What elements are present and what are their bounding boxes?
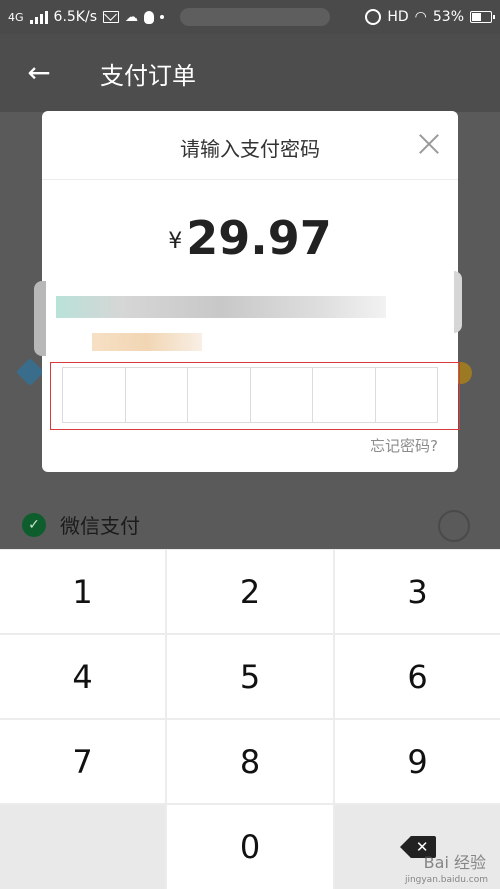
watermark: Bai 经验 bbox=[423, 853, 486, 872]
key-4[interactable]: 4 bbox=[0, 635, 165, 718]
network-type: 4G bbox=[8, 10, 24, 24]
password-dialog: 请输入支付密码 ¥29.97 忘记密码? bbox=[34, 111, 462, 472]
status-right: HD ◠ 53% bbox=[365, 9, 495, 25]
arrow-left-icon[interactable]: ← bbox=[24, 58, 54, 88]
numeric-keypad: 1 2 3 4 5 6 7 8 9 0 ✕ Bai 经验 jingyan.bai… bbox=[0, 549, 500, 889]
pin-digit-box[interactable] bbox=[126, 368, 188, 422]
payment-option-label: 微信支付 bbox=[60, 514, 140, 538]
battery-icon bbox=[470, 11, 495, 23]
close-icon[interactable] bbox=[418, 133, 440, 155]
mail-icon bbox=[103, 11, 119, 23]
battery-level: 53% bbox=[432, 9, 464, 25]
currency-symbol: ¥ bbox=[168, 229, 183, 254]
wechat-icon: ☁ bbox=[125, 9, 138, 25]
key-empty bbox=[0, 805, 165, 889]
watermark-url: jingyan.baidu.com bbox=[404, 875, 488, 885]
amount-display: ¥29.97 bbox=[42, 211, 458, 265]
pin-digit-box[interactable] bbox=[376, 368, 438, 422]
forgot-password-link[interactable]: 忘记密码? bbox=[370, 435, 438, 456]
wifi-icon: ◠ bbox=[414, 9, 427, 25]
pin-digit-box[interactable] bbox=[63, 368, 126, 422]
key-1[interactable]: 1 bbox=[0, 550, 165, 633]
pin-digit-box[interactable] bbox=[251, 368, 313, 422]
key-8[interactable]: 8 bbox=[167, 720, 333, 803]
payment-option-wechat[interactable]: ✓ 微信支付 bbox=[22, 510, 140, 539]
status-left: 4G 6.5K/s ☁ bbox=[8, 8, 330, 26]
key-6[interactable]: 6 bbox=[335, 635, 500, 718]
key-0[interactable]: 0 bbox=[167, 805, 333, 889]
network-speed: 6.5K/s bbox=[53, 9, 97, 25]
pin-input[interactable] bbox=[62, 367, 438, 423]
signal-icon bbox=[29, 10, 48, 24]
dialog-title: 请输入支付密码 bbox=[180, 137, 320, 161]
blurred-notification bbox=[180, 8, 330, 26]
status-bar: 4G 6.5K/s ☁ HD ◠ 53% bbox=[0, 0, 500, 34]
dialog-header: 请输入支付密码 bbox=[42, 111, 458, 180]
app-header: ← 支付订单 bbox=[0, 34, 500, 112]
more-notifications-icon bbox=[160, 15, 164, 19]
key-2[interactable]: 2 bbox=[167, 550, 333, 633]
blurred-edge-right bbox=[454, 271, 462, 333]
pin-digit-box[interactable] bbox=[313, 368, 376, 422]
hd-indicator: HD bbox=[387, 9, 409, 25]
key-9[interactable]: 9 bbox=[335, 720, 500, 803]
payment-radio[interactable] bbox=[438, 510, 470, 542]
payment-amount: 29.97 bbox=[186, 211, 332, 265]
blurred-merchant-info bbox=[56, 296, 386, 318]
page-title: 支付订单 bbox=[100, 62, 196, 90]
key-7[interactable]: 7 bbox=[0, 720, 165, 803]
blurred-edge-left bbox=[34, 281, 46, 356]
wechat-pay-icon: ✓ bbox=[22, 512, 46, 537]
key-5[interactable]: 5 bbox=[167, 635, 333, 718]
qq-icon bbox=[144, 10, 154, 24]
blurred-detail-info bbox=[92, 333, 202, 351]
key-3[interactable]: 3 bbox=[335, 550, 500, 633]
pin-digit-box[interactable] bbox=[188, 368, 251, 422]
alarm-icon bbox=[365, 9, 382, 25]
